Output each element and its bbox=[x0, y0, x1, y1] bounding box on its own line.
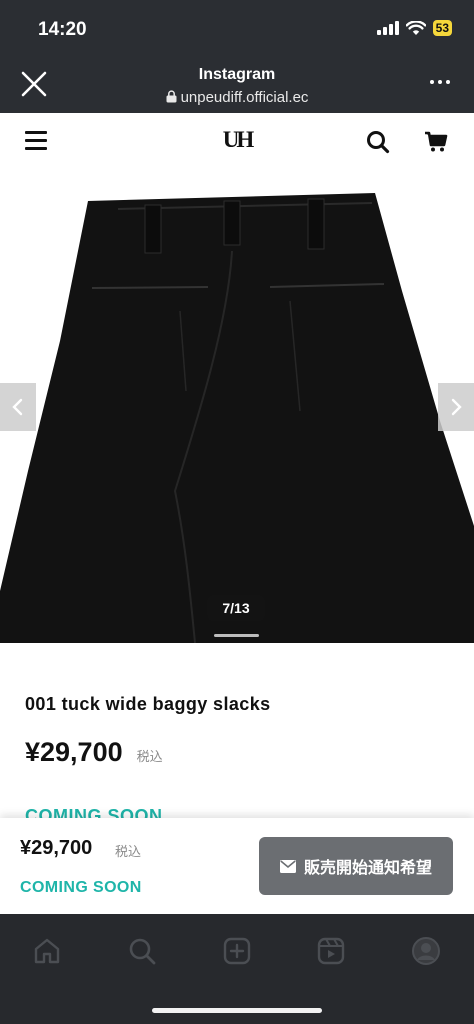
product-price: ¥29,700 bbox=[25, 737, 123, 767]
product-title: 001 tuck wide baggy slacks bbox=[25, 694, 271, 714]
browser-title: Instagram bbox=[198, 66, 276, 83]
more-options-button[interactable] bbox=[430, 80, 450, 84]
profile-icon[interactable] bbox=[411, 936, 441, 966]
bar-status: COMING SOON bbox=[20, 879, 142, 896]
search-icon bbox=[367, 131, 390, 154]
status-icons: 53 bbox=[376, 20, 452, 36]
create-icon[interactable] bbox=[222, 936, 252, 966]
prev-image-button[interactable] bbox=[0, 383, 36, 431]
browser-chrome: 14:20 53 Instagram unpeudiff.official.ec bbox=[0, 0, 474, 113]
notify-button-label: 販売開始通知希望 bbox=[303, 860, 432, 877]
brand-logo[interactable]: UH bbox=[0, 127, 474, 153]
status-time: 14:20 bbox=[38, 19, 87, 40]
slide-indicator bbox=[214, 634, 259, 637]
product-image bbox=[0, 171, 474, 643]
home-indicator bbox=[152, 1008, 322, 1013]
reels-icon[interactable] bbox=[316, 936, 346, 966]
search-nav-icon[interactable] bbox=[127, 936, 157, 966]
instagram-bottom-nav bbox=[0, 914, 474, 1024]
browser-url[interactable]: unpeudiff.official.ec bbox=[0, 89, 474, 106]
next-image-button[interactable] bbox=[438, 383, 474, 431]
cart-icon bbox=[425, 131, 448, 152]
price-row: ¥29,700 税込 bbox=[25, 737, 163, 768]
lock-icon bbox=[166, 90, 177, 103]
image-counter: 7/13 bbox=[207, 595, 265, 621]
product-gallery[interactable]: 7/13 bbox=[0, 171, 474, 643]
tax-label: 税込 bbox=[136, 749, 163, 764]
battery-indicator: 53 bbox=[432, 20, 452, 36]
wifi-icon bbox=[405, 20, 426, 35]
purchase-bar: ¥29,700 税込 COMING SOON 販売開始通知希望 bbox=[0, 818, 474, 914]
url-text: unpeudiff.official.ec bbox=[180, 89, 309, 106]
bar-tax-label: 税込 bbox=[115, 844, 142, 859]
notify-restock-button[interactable]: 販売開始通知希望 bbox=[259, 837, 453, 895]
bar-price: ¥29,700 bbox=[20, 837, 93, 859]
home-icon[interactable] bbox=[32, 936, 62, 966]
signal-icon bbox=[376, 21, 399, 35]
site-header: UH bbox=[0, 113, 474, 171]
cart-button[interactable] bbox=[423, 129, 449, 155]
chevron-right-icon bbox=[451, 398, 462, 416]
search-button[interactable] bbox=[365, 129, 391, 155]
mail-icon bbox=[279, 859, 296, 873]
chevron-left-icon bbox=[12, 398, 23, 416]
